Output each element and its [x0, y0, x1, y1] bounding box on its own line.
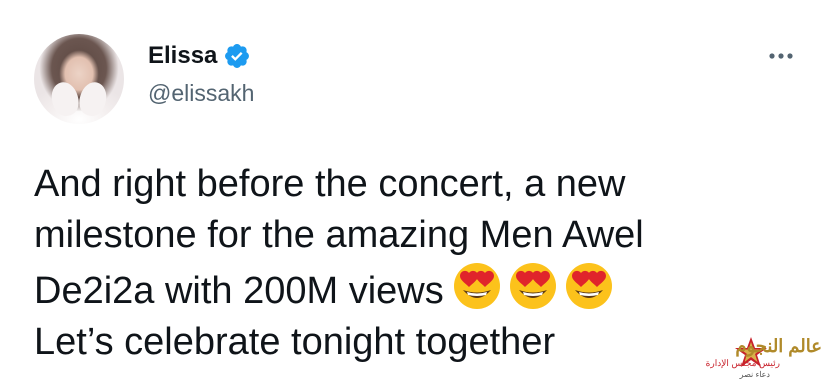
- avatar-hand-left: [48, 79, 82, 119]
- emoji-group: [452, 261, 614, 311]
- tweet-text-line: milestone for the amazing Men Awel: [34, 214, 644, 256]
- author-display-name[interactable]: Elissa: [148, 42, 217, 70]
- heart-eyes-emoji-icon: [453, 263, 500, 309]
- avatar[interactable]: [34, 34, 124, 124]
- tweet-text-line: De2i2a with 200M views: [34, 261, 794, 317]
- watermark-title: عالم النجوم: [735, 336, 822, 356]
- tweet-text-line: And right before the concert, a new: [34, 163, 626, 205]
- watermark-subtitle: رئيس مجلس الإدارة: [705, 358, 780, 368]
- avatar-hand-right: [76, 79, 110, 119]
- heart-eyes-emoji-icon: [509, 263, 556, 309]
- verified-badge-icon: [225, 44, 250, 68]
- heart-eyes-emoji-icon: [565, 263, 612, 309]
- watermark-name: دعاء نصر: [739, 370, 770, 379]
- more-options-button[interactable]: [766, 44, 796, 68]
- author-name-row: Elissa: [148, 40, 251, 72]
- more-horizontal-icon: [769, 53, 793, 59]
- tweet-card: Elissa @elissakh And right before the co…: [0, 0, 828, 389]
- tweet-text-fragment: De2i2a with 200M views: [34, 270, 444, 312]
- author-handle[interactable]: @elissakh: [148, 80, 254, 107]
- watermark-logo: عالم النجوم رئيس مجلس الإدارة دعاء نصر: [672, 334, 822, 384]
